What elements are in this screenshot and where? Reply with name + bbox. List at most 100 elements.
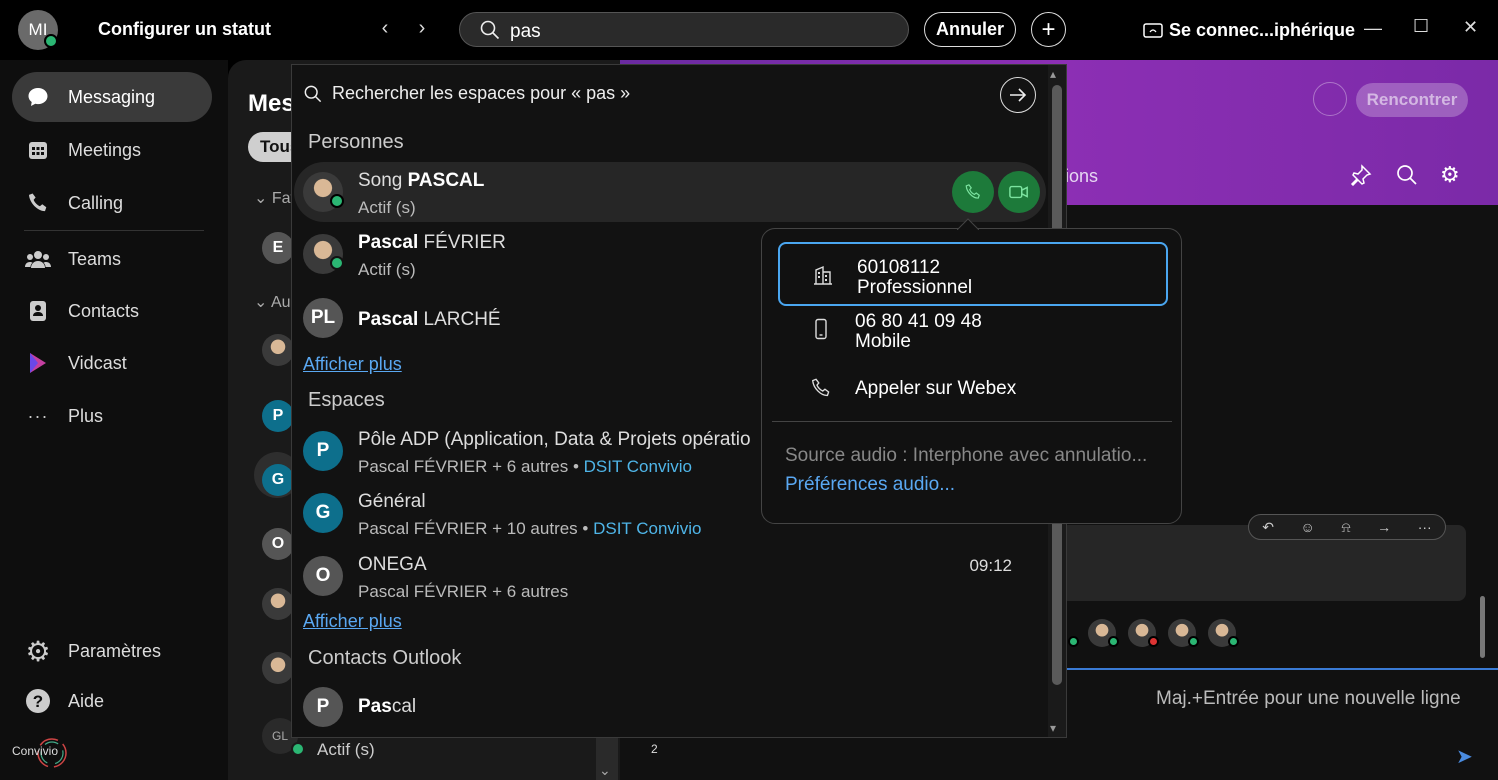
audio-call-button[interactable] xyxy=(952,171,994,213)
contact-name: Pascal xyxy=(358,696,417,717)
spaces-section-label: Espaces xyxy=(308,389,385,411)
space-avatar: P xyxy=(303,431,343,471)
set-status-link[interactable]: Configurer un statut xyxy=(98,19,271,40)
calendar-icon xyxy=(24,136,52,164)
back-arrow-icon[interactable]: ‹ xyxy=(373,17,397,40)
conversation-scrollbar[interactable] xyxy=(1480,596,1485,658)
nav-contacts[interactable]: Contacts xyxy=(12,286,212,336)
nav-vidcast[interactable]: Vidcast xyxy=(12,338,212,388)
global-search-input[interactable]: pas xyxy=(459,12,909,47)
forward-arrow-icon[interactable]: › xyxy=(410,17,434,40)
pin-icon[interactable] xyxy=(1350,164,1374,188)
message-actions-bar: ↶ ☺ ⍾ → ··· xyxy=(1248,514,1446,540)
chat-bubble-icon xyxy=(24,83,52,111)
person-result-row[interactable]: Song PASCAL Actif (s) xyxy=(294,162,1046,222)
close-icon[interactable]: ✕ xyxy=(1463,17,1478,38)
nav-meetings[interactable]: Meetings xyxy=(12,125,212,175)
space-avatar[interactable]: E xyxy=(262,232,294,264)
svg-text:?: ? xyxy=(33,692,43,711)
nav-more[interactable]: ··· Plus xyxy=(12,391,212,441)
mobile-number: 06 80 41 09 48 xyxy=(855,311,982,332)
webex-call-label: Appeler sur Webex xyxy=(855,378,1017,399)
unread-count: 2 xyxy=(651,742,658,756)
show-more-people-link[interactable]: Afficher plus xyxy=(303,354,402,375)
call-on-webex-option[interactable]: Appeler sur Webex xyxy=(778,357,1168,421)
search-icon xyxy=(304,85,322,102)
space-avatar[interactable]: P xyxy=(262,400,294,432)
bell-icon[interactable]: ⍾ xyxy=(1341,519,1350,536)
person-name: Pascal FÉVRIER xyxy=(358,232,506,253)
people-section-label: Personnes xyxy=(308,131,404,153)
space-avatar[interactable]: O xyxy=(262,528,294,560)
space-members: Pascal FÉVRIER + 6 autres xyxy=(358,582,569,601)
send-icon[interactable]: ➤ xyxy=(1456,744,1473,769)
scroll-down-icon[interactable]: ⌄ xyxy=(599,762,611,779)
left-navigation: Messaging Meetings Calling Teams Contact… xyxy=(0,60,228,780)
contacts-icon xyxy=(24,297,52,325)
space-settings-icon[interactable]: ⚙ xyxy=(1440,162,1464,187)
device-icon xyxy=(1143,22,1163,38)
more-dots-icon: ··· xyxy=(27,405,49,426)
space-result-row[interactable]: O ONEGA Pascal FÉVRIER + 6 autres 09:12 xyxy=(294,546,1046,606)
tab-fragment[interactable]: ions xyxy=(1065,166,1098,187)
space-title: Pôle ADP (Application, Data & Projets op… xyxy=(358,429,751,450)
presence-dot xyxy=(44,34,58,48)
audio-source-text: Source audio : Interphone avec annulatio… xyxy=(785,445,1148,466)
busy-dot xyxy=(1148,636,1159,647)
space-last-activity: 09:12 xyxy=(969,556,1012,575)
person-name: Song PASCAL xyxy=(358,170,485,191)
video-call-button[interactable] xyxy=(998,171,1040,213)
more-icon[interactable]: ··· xyxy=(1418,519,1432,535)
presence-dot xyxy=(330,194,344,208)
nav-help[interactable]: ? Aide xyxy=(12,676,212,726)
scroll-up-icon[interactable]: ▴ xyxy=(1050,67,1056,81)
nav-calling[interactable]: Calling xyxy=(12,178,212,228)
outlook-contact-row[interactable]: P Pascal xyxy=(294,677,1046,737)
submit-search-arrow-icon[interactable] xyxy=(1000,77,1036,113)
add-button[interactable]: + xyxy=(1031,12,1066,47)
presence-dot xyxy=(1228,636,1239,647)
nav-settings[interactable]: ⚙ Paramètres xyxy=(12,626,212,676)
gear-icon: ⚙ xyxy=(25,635,51,667)
search-icon xyxy=(480,20,500,40)
vidcast-icon xyxy=(24,349,52,377)
search-spaces-row[interactable]: Rechercher les espaces pour « pas » xyxy=(304,83,630,104)
compose-placeholder[interactable]: Maj.+Entrée pour une nouvelle ligne xyxy=(1156,688,1461,710)
work-number-label: Professionnel xyxy=(857,277,973,298)
person-avatar[interactable] xyxy=(262,588,294,620)
meet-button[interactable]: Rencontrer xyxy=(1356,83,1468,117)
react-icon[interactable]: ☺ xyxy=(1301,519,1315,535)
cancel-search-button[interactable]: Annuler xyxy=(924,12,1016,47)
connect-device-button[interactable]: Se connec...iphérique xyxy=(1143,20,1355,41)
space-avatar[interactable]: G xyxy=(262,464,294,496)
maximize-icon[interactable]: ☐ xyxy=(1413,16,1429,37)
presence-dot xyxy=(1068,636,1079,647)
audio-preferences-link[interactable]: Préférences audio... xyxy=(785,474,955,496)
nav-messaging[interactable]: Messaging xyxy=(12,72,212,122)
building-icon xyxy=(814,265,832,285)
popup-caret xyxy=(957,218,979,230)
nav-teams[interactable]: Teams xyxy=(12,234,212,284)
space-title: Général xyxy=(358,491,426,512)
search-space-icon[interactable] xyxy=(1396,164,1420,188)
mobile-phone-icon xyxy=(815,318,827,340)
person-avatar[interactable] xyxy=(262,652,294,684)
scroll-down-icon[interactable]: ▾ xyxy=(1050,721,1056,735)
forward-icon[interactable]: → xyxy=(1377,519,1391,535)
teams-icon xyxy=(24,245,52,273)
title-bar: MI Configurer un statut ‹ › pas Annuler … xyxy=(0,0,1498,60)
call-mobile-number-option[interactable]: 06 80 41 09 48 Mobile xyxy=(778,298,1168,362)
minimize-icon[interactable]: — xyxy=(1364,18,1382,39)
person-avatar[interactable] xyxy=(262,334,294,366)
schedule-icon[interactable] xyxy=(1313,82,1347,116)
show-more-spaces-link[interactable]: Afficher plus xyxy=(303,611,402,632)
other-section[interactable]: ⌄ Au xyxy=(254,292,291,312)
compose-focus-line xyxy=(1066,668,1498,670)
call-options-popup: 60108112 Professionnel 06 80 41 09 48 Mo… xyxy=(761,218,1182,524)
reply-icon[interactable]: ↶ xyxy=(1262,519,1274,536)
call-work-number-option[interactable]: 60108112 Professionnel xyxy=(778,242,1168,306)
presence-dot xyxy=(1108,636,1119,647)
nav-divider xyxy=(24,230,204,231)
presence-dot xyxy=(330,256,344,270)
space-list-title: Mes xyxy=(248,90,295,117)
